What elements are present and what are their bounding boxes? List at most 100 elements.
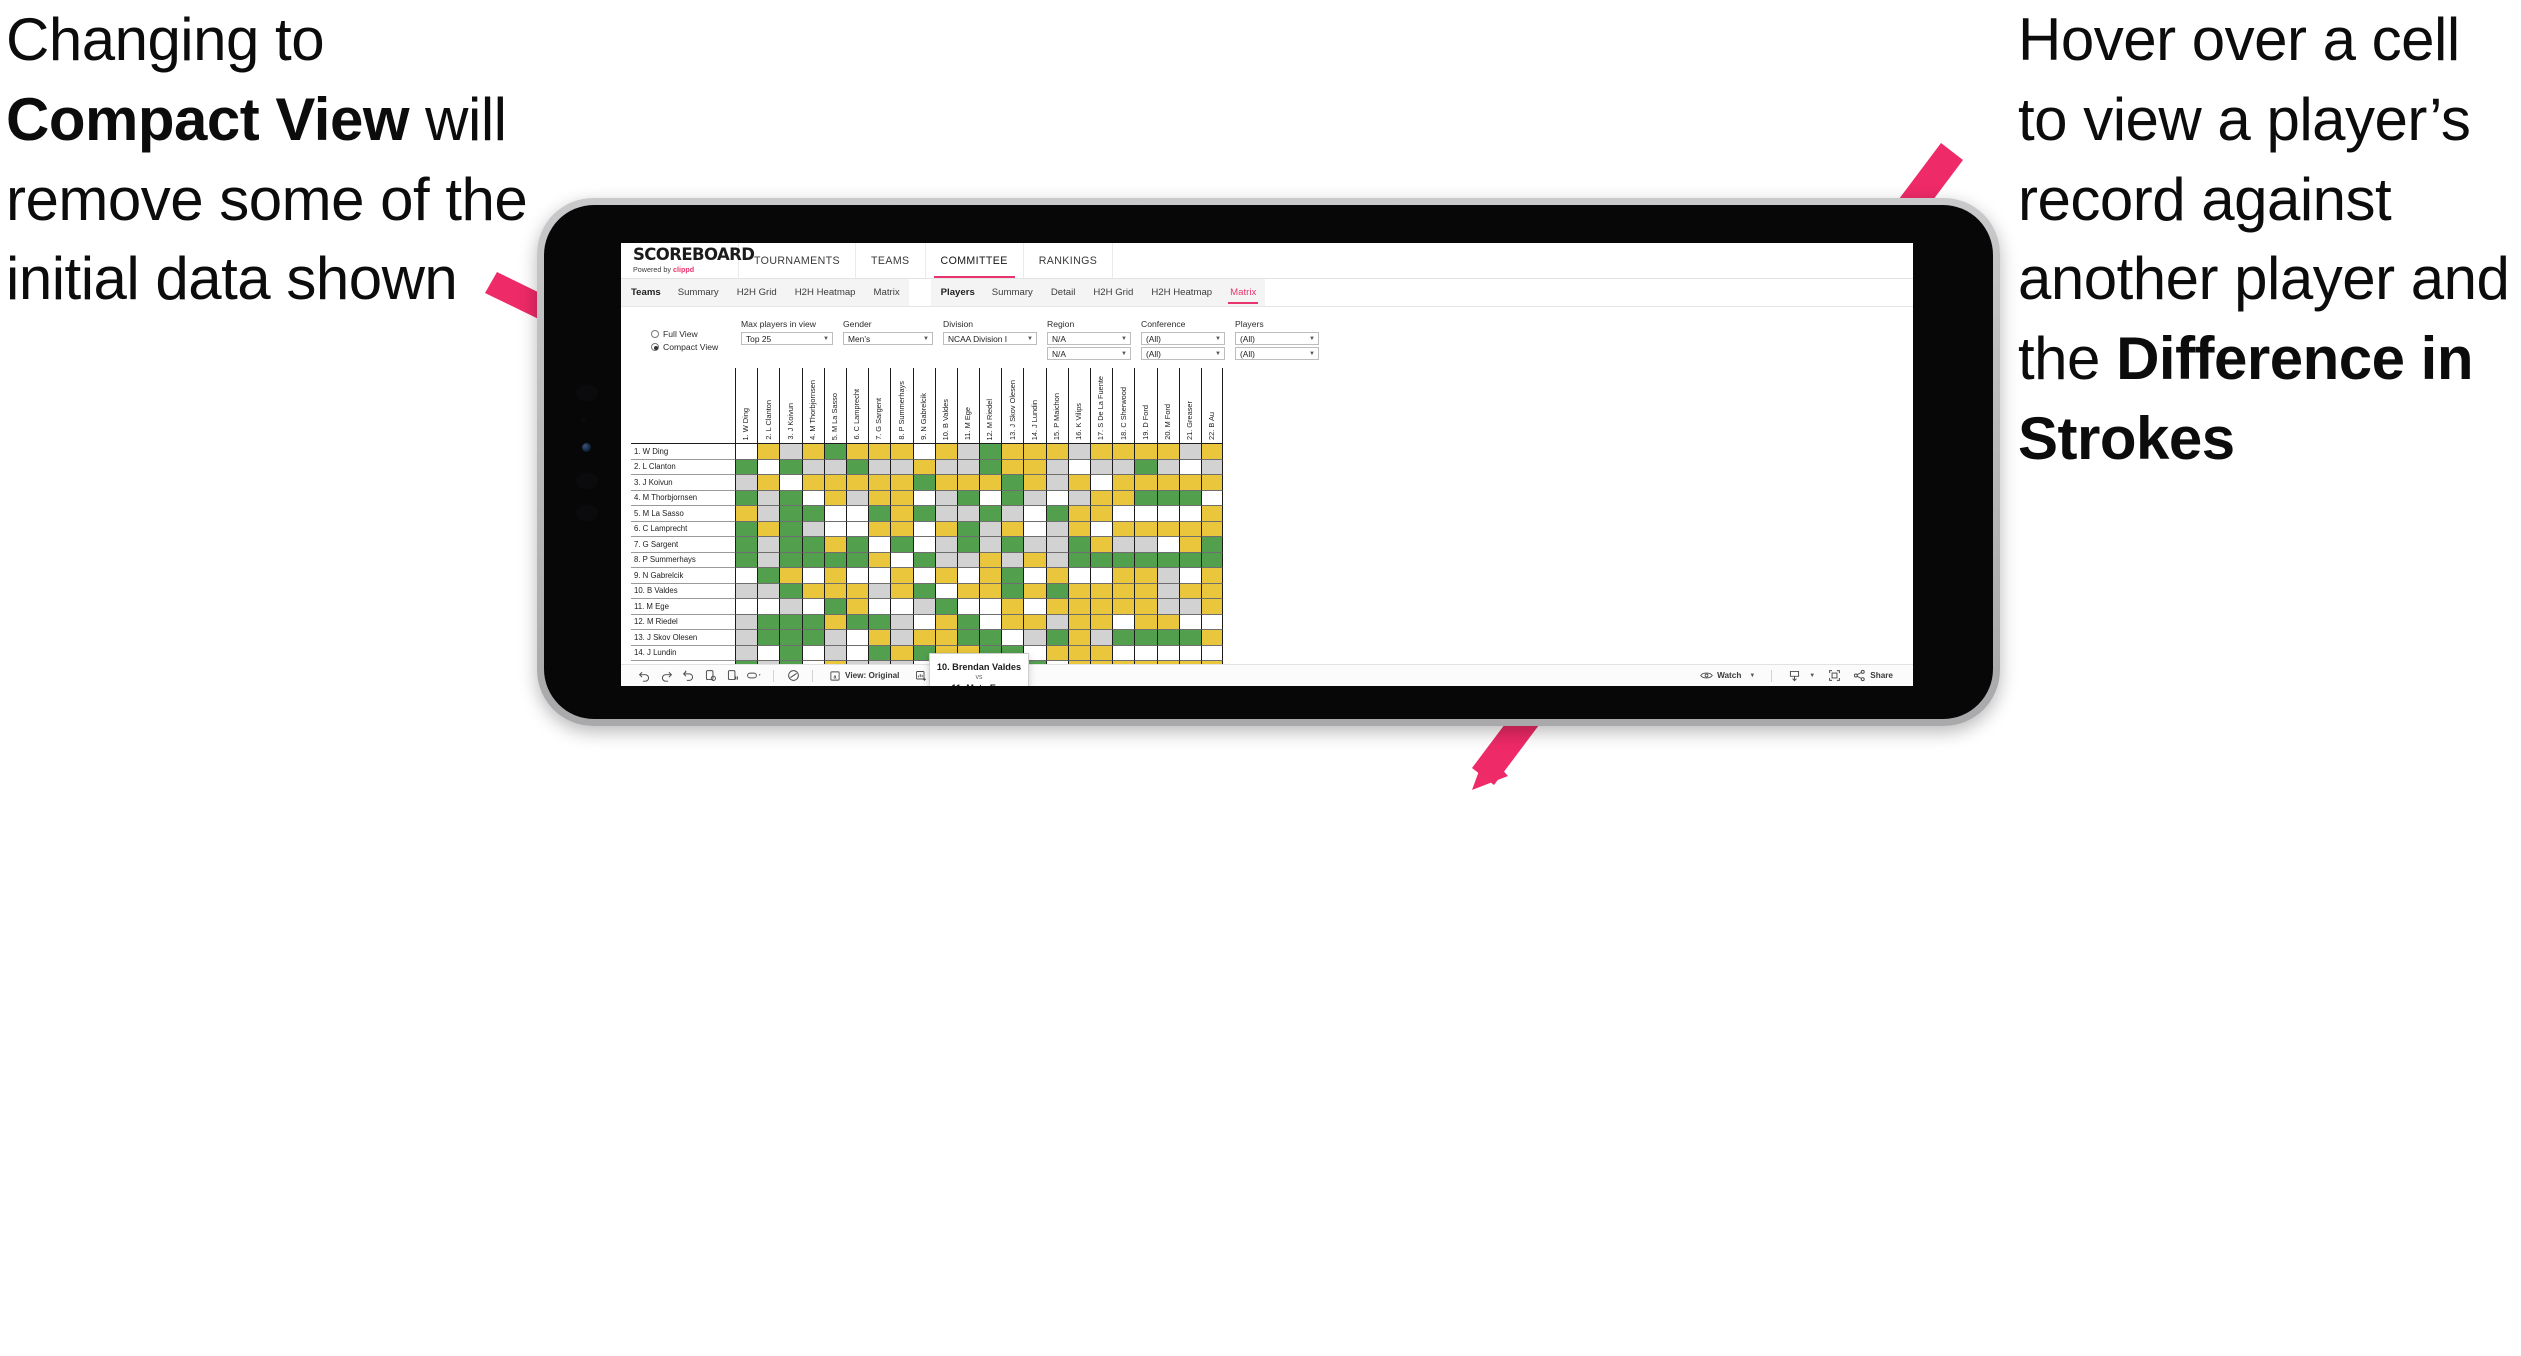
matrix-cell[interactable] (934, 552, 957, 568)
matrix-cell[interactable] (934, 614, 957, 630)
matrix-cell[interactable] (1045, 475, 1068, 491)
matrix-cell[interactable] (801, 614, 824, 630)
nav-teams[interactable]: TEAMS (856, 243, 926, 278)
matrix-cell[interactable] (1090, 521, 1113, 537)
matrix-cell[interactable] (1090, 475, 1113, 491)
matrix-cell[interactable] (1001, 552, 1024, 568)
matrix-cell[interactable] (801, 444, 824, 460)
matrix-cell[interactable] (823, 521, 846, 537)
matrix-cell[interactable] (1178, 506, 1201, 522)
matrix-cell[interactable] (1178, 475, 1201, 491)
matrix-cell[interactable] (1156, 459, 1179, 475)
nav-rankings[interactable]: RANKINGS (1024, 243, 1114, 278)
matrix-cell[interactable] (1156, 444, 1179, 460)
matrix-cell[interactable] (1067, 506, 1090, 522)
matrix-cell[interactable] (956, 583, 980, 599)
matrix-cell[interactable] (956, 568, 980, 584)
matrix-cell[interactable] (934, 444, 957, 460)
matrix-cell[interactable] (845, 583, 869, 599)
matrix-cell[interactable] (779, 490, 802, 506)
subtab-players-h2h-grid[interactable]: H2H Grid (1084, 279, 1142, 306)
matrix-cell[interactable] (868, 490, 891, 506)
matrix-cell[interactable] (801, 552, 824, 568)
matrix-cell[interactable] (912, 599, 935, 615)
select-region-secondary[interactable]: N/A ▼ (1047, 347, 1131, 360)
matrix-cell[interactable] (1134, 630, 1157, 646)
matrix-cell[interactable] (912, 630, 935, 646)
matrix-cell[interactable] (979, 583, 1002, 599)
matrix-cell[interactable] (757, 614, 780, 630)
matrix-cell[interactable] (956, 552, 980, 568)
matrix-cell[interactable] (735, 475, 758, 491)
share-button[interactable]: Share (1845, 669, 1901, 682)
matrix-cell[interactable] (1156, 599, 1179, 615)
matrix-cell[interactable] (845, 521, 869, 537)
matrix-cell[interactable] (1134, 521, 1157, 537)
matrix-cell[interactable] (1200, 537, 1224, 553)
matrix-cell[interactable] (1112, 645, 1135, 661)
matrix-cell[interactable] (757, 630, 780, 646)
matrix-cell[interactable] (1156, 614, 1179, 630)
subtab-teams-h2h-heatmap[interactable]: H2H Heatmap (786, 279, 865, 306)
matrix-cell[interactable] (1134, 568, 1157, 584)
matrix-cell[interactable] (1023, 475, 1046, 491)
matrix-cell[interactable] (1134, 444, 1157, 460)
matrix-cell[interactable] (890, 490, 913, 506)
matrix-cell[interactable] (1045, 614, 1068, 630)
pause-updates-icon[interactable] (721, 667, 743, 685)
download-button[interactable]: ▼ (1780, 669, 1823, 682)
nav-tournaments[interactable]: TOURNAMENTS (739, 243, 857, 278)
matrix-cell[interactable] (1023, 444, 1046, 460)
matrix-cell[interactable] (1090, 568, 1113, 584)
matrix-cell[interactable] (1023, 599, 1046, 615)
matrix-cell[interactable] (757, 444, 780, 460)
subtab-players-matrix[interactable]: Matrix (1221, 279, 1265, 306)
matrix-cell[interactable] (1200, 521, 1224, 537)
matrix-cell[interactable] (1045, 645, 1068, 661)
matrix-cell[interactable] (779, 599, 802, 615)
refresh-icon[interactable] (699, 667, 721, 685)
matrix-cell[interactable] (845, 552, 869, 568)
matrix-cell[interactable] (779, 614, 802, 630)
matrix-cell[interactable] (757, 490, 780, 506)
matrix-cell[interactable] (1178, 614, 1201, 630)
matrix-cell[interactable] (1200, 630, 1224, 646)
matrix-cell[interactable] (1200, 599, 1224, 615)
matrix-cell[interactable] (1045, 490, 1068, 506)
matrix-cell[interactable] (956, 444, 980, 460)
matrix-cell[interactable] (1090, 490, 1113, 506)
matrix-cell[interactable] (1134, 599, 1157, 615)
matrix-cell[interactable] (757, 568, 780, 584)
matrix-cell[interactable] (1178, 630, 1201, 646)
matrix-cell[interactable] (1045, 537, 1068, 553)
radio-compact-view[interactable]: Compact View (651, 342, 731, 352)
matrix-cell[interactable] (823, 506, 846, 522)
matrix-cell[interactable] (1045, 521, 1068, 537)
matrix-cell[interactable] (912, 459, 935, 475)
matrix-cell[interactable] (845, 444, 869, 460)
matrix-cell[interactable] (1200, 614, 1224, 630)
matrix-cell[interactable] (845, 645, 869, 661)
watch-button[interactable]: Watch ▼ (1692, 670, 1763, 681)
matrix-cell[interactable] (1134, 614, 1157, 630)
select-gender[interactable]: Men’s ▼ (843, 332, 933, 345)
matrix-cell[interactable] (934, 568, 957, 584)
matrix-cell[interactable] (779, 521, 802, 537)
matrix-cell[interactable] (823, 645, 846, 661)
matrix-cell[interactable] (1067, 459, 1090, 475)
matrix-cell[interactable] (1067, 630, 1090, 646)
matrix-cell[interactable] (1112, 599, 1135, 615)
matrix-cell[interactable] (823, 630, 846, 646)
matrix-cell[interactable] (757, 537, 780, 553)
matrix-cell[interactable] (823, 475, 846, 491)
matrix-cell[interactable] (1156, 583, 1179, 599)
matrix-cell[interactable] (1178, 552, 1201, 568)
help-icon[interactable] (782, 667, 804, 685)
matrix-cell[interactable] (1156, 568, 1179, 584)
matrix-cell[interactable] (868, 614, 891, 630)
matrix-cell[interactable] (1112, 568, 1135, 584)
matrix-cell[interactable] (1045, 552, 1068, 568)
matrix-cell[interactable] (801, 490, 824, 506)
matrix-cell[interactable] (912, 506, 935, 522)
matrix-cell[interactable] (801, 568, 824, 584)
